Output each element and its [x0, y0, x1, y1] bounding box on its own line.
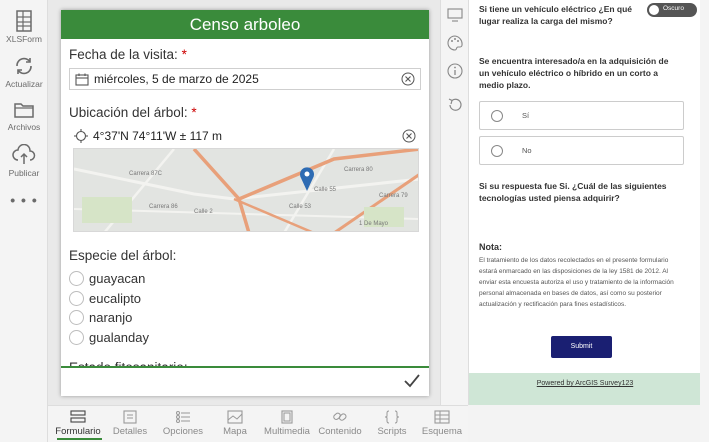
form-icon — [70, 410, 86, 423]
calendar-icon — [75, 73, 89, 86]
tab-detalles[interactable]: Detalles — [102, 410, 158, 437]
tab-contenido[interactable]: Contenido — [312, 410, 368, 437]
map-label: Carrera 86 — [149, 204, 178, 210]
sidebar-item-xlsform[interactable]: XLSForm — [0, 10, 48, 44]
sidebar-item-archivos[interactable]: Archivos — [0, 100, 48, 132]
radio-button[interactable] — [491, 110, 503, 122]
tab-esquema[interactable]: Esquema — [414, 410, 470, 437]
submit-button[interactable]: Submit — [551, 336, 612, 358]
tab-scripts[interactable]: Scripts — [364, 410, 420, 437]
visit-date-field[interactable]: miércoles, 5 de marzo de 2025 — [69, 68, 421, 90]
map-canvas — [74, 149, 418, 231]
active-tab-indicator — [57, 438, 102, 440]
bottom-tab-bar: Formulario Detalles Opciones Mapa Multim… — [48, 405, 468, 442]
details-icon — [123, 410, 137, 424]
survey-preview: Oscuro Si tiene un vehículo eléctrico ¿E… — [468, 0, 700, 405]
link-icon — [333, 412, 347, 421]
map-pin-icon — [300, 167, 314, 191]
form-title: Censo arboleo — [61, 10, 429, 39]
sidebar-item-label: Archivos — [7, 122, 41, 132]
preview-question: Si tiene un vehículo eléctrico ¿En qué l… — [479, 4, 633, 26]
radio-button[interactable] — [69, 291, 84, 306]
monitor-icon[interactable] — [447, 8, 463, 22]
media-icon — [281, 410, 293, 424]
map-label: Carrera 87C — [129, 171, 163, 177]
toggle-knob — [649, 5, 659, 15]
tab-multimedia[interactable]: Multimedia — [259, 410, 315, 437]
visit-date-value: miércoles, 5 de marzo de 2025 — [94, 72, 259, 86]
map-label: Carrera 79 — [379, 193, 408, 199]
radio-button[interactable] — [491, 145, 503, 157]
clear-icon[interactable] — [401, 72, 415, 86]
location-map[interactable]: Carrera 87C Carrera 86 Carrera 80 Calle … — [73, 148, 419, 232]
note-text: El tratamiento de los datos recolectados… — [479, 257, 674, 308]
palette-icon[interactable] — [447, 35, 463, 51]
options-icon — [176, 411, 190, 423]
sidebar-item-label: Actualizar — [5, 79, 43, 89]
sidebar-item-label: XLSForm — [6, 34, 42, 44]
preview-question: Si su respuesta fue Si. ¿Cuál de las sig… — [479, 181, 667, 203]
tab-opciones[interactable]: Opciones — [155, 410, 211, 437]
dark-mode-toggle[interactable]: Oscuro — [647, 3, 697, 17]
sidebar-item-publicar[interactable]: Publicar — [0, 144, 48, 178]
powered-by-link[interactable]: Powered by ArcGIS Survey123 — [469, 373, 700, 405]
map-label: 1 De Mayo — [359, 221, 389, 227]
radio-button[interactable] — [69, 330, 84, 345]
info-icon[interactable] — [447, 63, 463, 79]
form-footer — [61, 366, 429, 396]
xlsform-icon — [16, 10, 32, 32]
tab-mapa[interactable]: Mapa — [207, 410, 263, 437]
map-icon — [227, 410, 243, 424]
radio-button[interactable] — [69, 271, 84, 286]
map-label: Calle 55 — [314, 187, 337, 193]
more-menu-button[interactable]: • • • — [0, 192, 48, 208]
location-label: Ubicación del árbol: * — [69, 105, 197, 120]
checkmark-icon[interactable] — [403, 373, 421, 389]
preview-question: Se encuentra interesado/a en la adquisic… — [479, 56, 669, 90]
preview-scrollbar[interactable] — [700, 0, 709, 442]
refresh-icon — [16, 57, 32, 75]
location-field[interactable]: 4°37'N 74°11'W ± 117 m — [69, 124, 421, 148]
sidebar-item-actualizar[interactable]: Actualizar — [0, 55, 48, 89]
preview-toolbar — [440, 0, 468, 405]
left-sidebar: XLSForm Actualizar Archivos Publicar • •… — [0, 0, 48, 442]
clear-icon[interactable] — [402, 129, 416, 143]
schema-icon — [434, 410, 450, 424]
location-value: 4°37'N 74°11'W ± 117 m — [93, 129, 223, 143]
sidebar-item-label: Publicar — [8, 168, 40, 178]
crosshair-icon — [74, 129, 88, 143]
tab-formulario[interactable]: Formulario — [50, 410, 106, 437]
map-label: Calle 53 — [289, 204, 312, 210]
scripts-icon — [384, 410, 400, 424]
visit-date-label: Fecha de la visita: * — [69, 47, 187, 62]
preview-option[interactable]: Sí — [479, 101, 684, 130]
radio-button[interactable] — [69, 310, 84, 325]
map-label: Calle 2 — [194, 209, 213, 215]
cloud-upload-icon — [12, 144, 36, 164]
reset-icon[interactable] — [447, 97, 463, 113]
species-label: Especie del árbol: — [69, 248, 177, 263]
folder-icon — [14, 103, 34, 118]
map-label: Carrera 80 — [344, 167, 373, 173]
note-title: Nota: — [479, 242, 502, 252]
form-card: Censo arboleo Fecha de la visita: * miér… — [61, 10, 429, 396]
preview-option[interactable]: No — [479, 136, 684, 165]
